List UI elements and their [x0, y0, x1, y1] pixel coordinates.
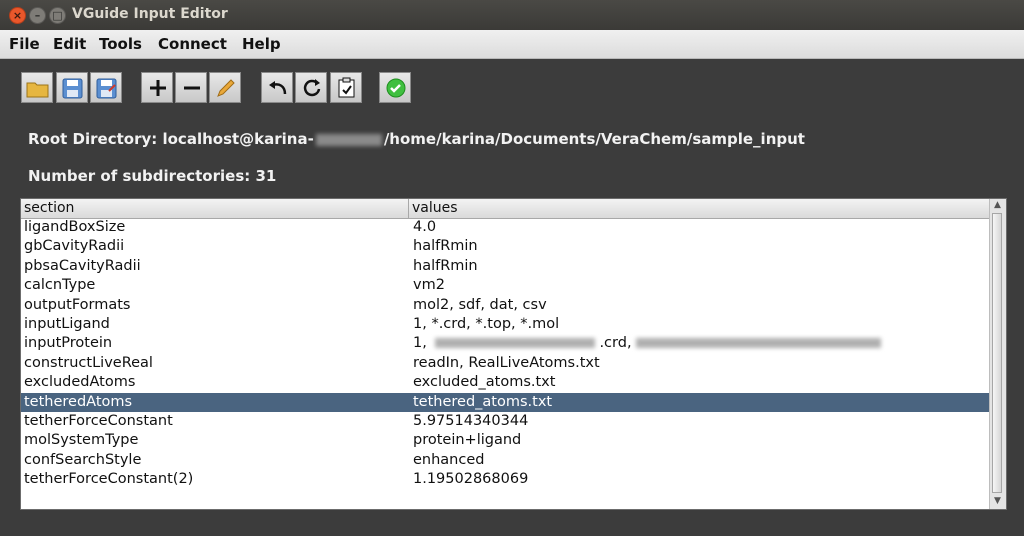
table-row[interactable]: constructLiveReal readIn, RealLiveAtoms.t… — [21, 354, 991, 373]
open-folder-icon — [26, 82, 49, 98]
table-row[interactable]: inputLigand 1, *.crd, *.top, *.mol — [21, 315, 991, 334]
menu-bar: File Edit Tools Connect Help — [0, 30, 1024, 59]
root-directory-label: Root Directory: localhost@karina-/home/k… — [28, 130, 805, 148]
title-bar: × – □ VGuide Input Editor — [0, 0, 1024, 30]
refresh-button[interactable] — [295, 72, 327, 103]
add-button[interactable] — [141, 72, 173, 103]
maximize-window-icon[interactable]: □ — [49, 7, 66, 24]
undo-icon — [269, 81, 287, 95]
minus-icon — [184, 86, 200, 90]
clipboard-check-icon — [338, 77, 355, 98]
undo-button[interactable] — [261, 72, 293, 103]
menu-tools[interactable]: Tools — [99, 35, 142, 53]
save-as-icon — [96, 78, 117, 99]
plus-icon — [150, 80, 166, 96]
save-button[interactable] — [56, 72, 88, 103]
scroll-down-icon[interactable]: ▼ — [992, 496, 1003, 507]
redacted-hostname — [315, 133, 382, 146]
run-check-button[interactable] — [379, 72, 411, 103]
window-title: VGuide Input Editor — [72, 6, 228, 22]
table-row[interactable]: inputProtein 1, .crd, — [21, 334, 991, 353]
refresh-icon — [303, 79, 321, 97]
close-window-icon[interactable]: × — [9, 7, 26, 24]
table-row[interactable]: excludedAtoms excluded_atoms.txt — [21, 373, 991, 392]
menu-file[interactable]: File — [9, 35, 40, 53]
table-body: ligandBoxSize 4.0 gbCavityRadii halfRmin p… — [21, 218, 991, 489]
save-icon — [62, 78, 83, 99]
table-row[interactable]: gbCavityRadii halfRmin — [21, 237, 991, 256]
menu-edit[interactable]: Edit — [53, 35, 86, 53]
table-row[interactable]: molSystemType protein+ligand — [21, 431, 991, 450]
remove-button[interactable] — [175, 72, 207, 103]
subdirectory-count: Number of subdirectories: 31 — [28, 167, 277, 185]
edit-button[interactable] — [209, 72, 241, 103]
table-row[interactable]: ligandBoxSize 4.0 — [21, 218, 991, 237]
redacted-filename — [435, 338, 596, 349]
minimize-window-icon[interactable]: – — [29, 7, 46, 24]
menu-connect[interactable]: Connect — [158, 35, 227, 53]
table-row[interactable]: pbsaCavityRadii halfRmin — [21, 257, 991, 276]
open-button[interactable] — [21, 72, 53, 103]
app-window: × – □ VGuide Input Editor File Edit Tool… — [0, 0, 1024, 536]
scrollbar-thumb[interactable] — [992, 213, 1002, 493]
check-circle-icon — [386, 78, 406, 98]
table-row[interactable]: tetherForceConstant(2) 1.19502868069 — [21, 470, 991, 489]
toolbar — [0, 59, 1024, 119]
scroll-up-icon[interactable]: ▲ — [992, 200, 1003, 211]
menu-help[interactable]: Help — [242, 35, 281, 53]
input-protein-value: 1, .crd, — [413, 334, 989, 353]
table-row[interactable]: tetherForceConstant 5.97514340344 — [21, 412, 991, 431]
table-row-selected[interactable]: tetheredAtoms tethered_atoms.txt — [21, 392, 991, 412]
vertical-scrollbar[interactable]: ▲ ▼ — [989, 199, 1006, 509]
column-header-section[interactable]: section — [21, 199, 409, 218]
sections-table: section values ligandBoxSize 4.0 gbCavity… — [20, 198, 1007, 510]
table-row[interactable]: outputFormats mol2, sdf, dat, csv — [21, 296, 991, 315]
table-row[interactable]: confSearchStyle enhanced — [21, 451, 991, 470]
table-row[interactable]: calcnType vm2 — [21, 276, 991, 295]
table-header: section values — [21, 199, 991, 219]
validate-file-button[interactable] — [330, 72, 362, 103]
save-as-button[interactable] — [90, 72, 122, 103]
column-header-values[interactable]: values — [409, 199, 991, 218]
redacted-filename — [635, 338, 881, 349]
pencil-icon — [217, 79, 235, 97]
